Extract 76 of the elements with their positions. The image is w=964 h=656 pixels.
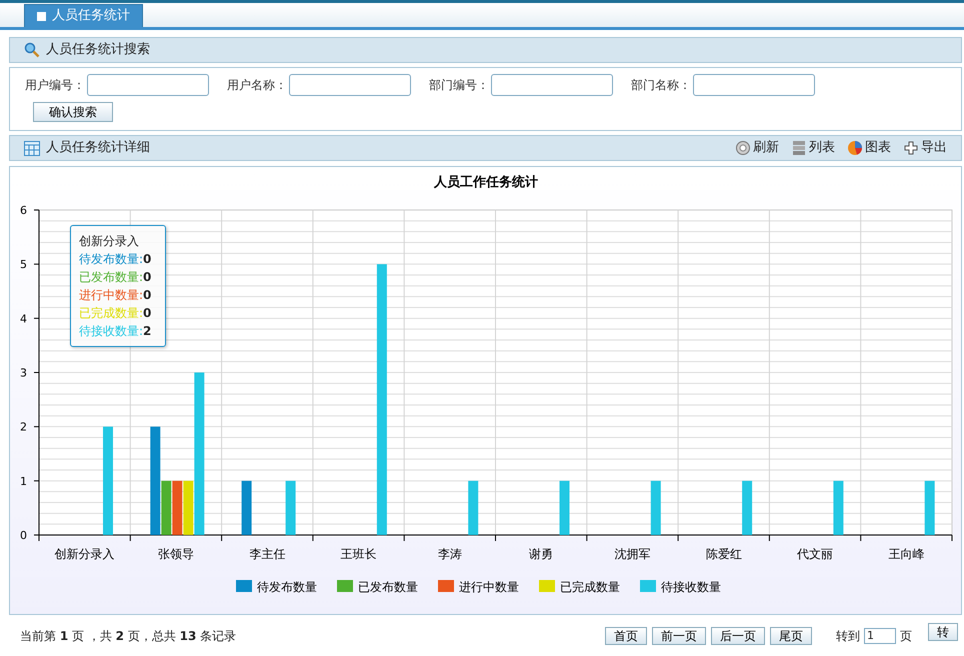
pie-chart-icon (847, 140, 863, 156)
page-input[interactable]: 1 (864, 628, 896, 644)
tooltip-value: 0 (143, 251, 152, 268)
axis-label: 2 (20, 420, 27, 434)
export-button[interactable]: 导出 (903, 138, 947, 158)
bar (560, 480, 570, 535)
page-button[interactable]: 前一页 (652, 627, 706, 645)
field-label: 用户编号： (25, 77, 85, 94)
input-field[interactable] (289, 74, 411, 96)
tooltip-value: 0 (143, 287, 152, 304)
table-icon (24, 140, 40, 156)
bar (742, 480, 752, 535)
list-button[interactable]: 列表 (791, 138, 835, 158)
chart-button[interactable]: 图表 (847, 138, 891, 158)
axis-label: 王向峰 (888, 547, 924, 561)
tooltip-label: 已发布数量: (79, 269, 144, 286)
legend-swatch (236, 580, 252, 592)
legend-swatch (539, 580, 555, 592)
axis-label: 谢勇 (529, 547, 554, 561)
page-unit: 页 (900, 628, 912, 645)
field-label: 用户名称： (227, 77, 287, 94)
legend-label: 待接收数量 (661, 580, 721, 594)
page-button[interactable]: 尾页 (770, 627, 812, 645)
axis-label: 0 (20, 529, 27, 542)
bar (468, 480, 478, 535)
tooltip-title: 创新分录入 (79, 233, 140, 250)
tooltip-label: 待接收数量: (79, 323, 144, 340)
axis-label: 创新分录入 (54, 547, 115, 561)
legend-label: 进行中数量 (459, 580, 519, 594)
list-icon (791, 140, 807, 156)
tooltip-label: 进行中数量: (79, 287, 144, 304)
refresh-icon (735, 140, 751, 156)
field-label: 部门名称： (631, 77, 691, 94)
refresh-button[interactable]: 刷新 (735, 138, 779, 158)
axis-label: 1 (20, 474, 27, 488)
axis-label: 张领导 (158, 547, 194, 561)
axis-label: 代文丽 (797, 547, 834, 561)
legend-swatch (640, 580, 656, 592)
axis-label: 李主任 (249, 547, 286, 561)
input-field[interactable] (87, 74, 209, 96)
legend-label: 已发布数量 (358, 580, 418, 594)
bar (286, 480, 296, 535)
tooltip-label: 已完成数量: (79, 305, 144, 322)
bar (242, 480, 252, 535)
tab[interactable]: 人员任务统计 (24, 4, 143, 27)
axis-label: 王班长 (340, 547, 377, 561)
legend-swatch (337, 580, 353, 592)
goto-label: 转到 (836, 628, 860, 645)
field-label: 部门编号： (429, 77, 489, 94)
tooltip-label: 待发布数量: (79, 251, 144, 268)
axis-label: 3 (20, 366, 27, 380)
legend-label: 待发布数量 (257, 580, 317, 594)
input-field[interactable] (693, 74, 815, 96)
input-field[interactable] (491, 74, 613, 96)
axis-label: 沈拥军 (614, 547, 650, 561)
search-button[interactable]: 确认搜索 (33, 102, 113, 122)
go-button[interactable]: 转 (928, 623, 958, 641)
axis-label: 6 (20, 204, 27, 217)
legend-label: 已完成数量 (560, 580, 620, 594)
search-icon (24, 42, 40, 58)
axis-label: 李涛 (438, 547, 462, 561)
panel-title: 人员任务统计详细 (46, 139, 150, 158)
axis-label: 4 (20, 312, 27, 326)
page-button[interactable]: 后一页 (711, 627, 765, 645)
panel-title: 人员任务统计搜索 (46, 41, 150, 60)
plus-icon (903, 140, 919, 156)
tooltip-value: 0 (143, 305, 152, 322)
chart-title: 人员工作任务统计 (434, 175, 538, 190)
page-summary: 当前第 1 页 ，共 2 页，总共 13 条记录 (20, 628, 236, 645)
legend-swatch (438, 580, 454, 592)
tooltip-value: 0 (143, 269, 152, 286)
axis-label: 陈爱红 (706, 547, 742, 561)
bar (924, 480, 935, 535)
axis-label: 5 (20, 258, 27, 272)
tooltip-value: 2 (143, 323, 152, 340)
page-button[interactable]: 首页 (605, 627, 647, 645)
